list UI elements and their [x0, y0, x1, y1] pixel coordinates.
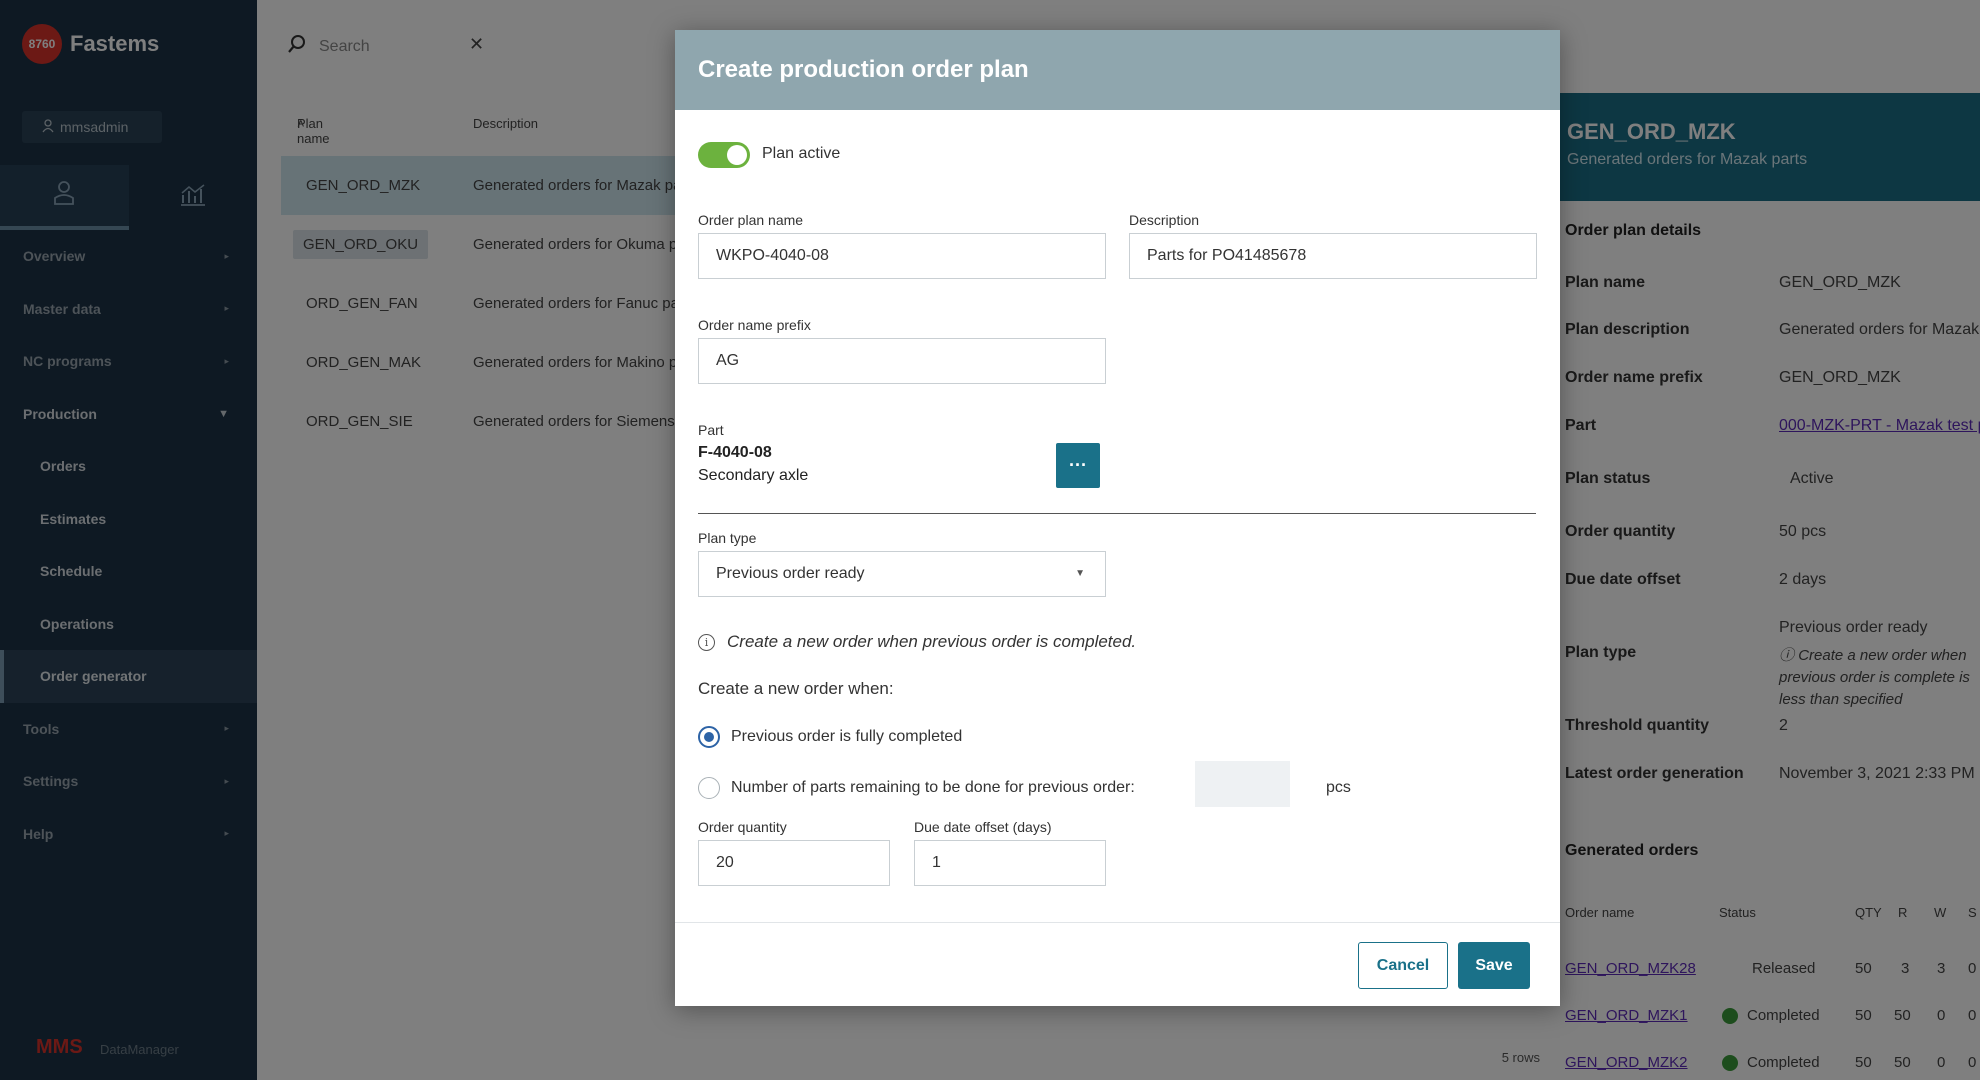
when-label: Create a new order when:	[698, 679, 894, 698]
remaining-parts-input[interactable]	[1195, 761, 1290, 807]
radio-parts-remaining[interactable]	[698, 777, 720, 799]
part-name: Secondary axle	[698, 467, 809, 484]
info-icon: i	[698, 633, 715, 651]
plan-type-value: Previous order ready	[716, 565, 865, 582]
plan-active-toggle[interactable]	[698, 142, 750, 168]
order-plan-name-label: Order plan name	[698, 212, 804, 228]
description-field[interactable]: Parts for PO41485678	[1129, 233, 1537, 279]
plan-type-select[interactable]: Previous order ready ▼	[698, 551, 1106, 597]
save-button[interactable]: Save	[1458, 942, 1530, 989]
order-prefix-field[interactable]: AG	[698, 338, 1106, 384]
order-plan-name-field[interactable]: WKPO-4040-08	[698, 233, 1106, 279]
description-label: Description	[1129, 212, 1200, 228]
create-plan-dialog: Create production order plan Plan active…	[675, 30, 1560, 1006]
pcs-unit: pcs	[1326, 779, 1351, 796]
due-date-offset-field[interactable]: 1	[914, 840, 1106, 886]
order-quantity-field[interactable]: 20	[698, 840, 890, 886]
chevron-down-icon: ▼	[1075, 568, 1085, 579]
dialog-title: Create production order plan	[675, 30, 1560, 110]
info-text: Create a new order when previous order i…	[727, 632, 1137, 651]
select-part-button[interactable]: ···	[1056, 443, 1100, 488]
radio-parts-remaining-label[interactable]: Number of parts remaining to be done for…	[731, 779, 1135, 797]
due-offset-label: Due date offset (days)	[914, 819, 1052, 835]
radio-fully-completed[interactable]	[698, 726, 720, 748]
cancel-button[interactable]: Cancel	[1358, 942, 1448, 989]
prefix-label: Order name prefix	[698, 317, 811, 333]
order-qty-label: Order quantity	[698, 819, 787, 835]
plan-type-label: Plan type	[698, 530, 757, 546]
plan-active-label: Plan active	[762, 145, 841, 162]
footer-divider	[675, 922, 1560, 923]
divider	[698, 513, 1536, 514]
part-code: F-4040-08	[698, 444, 772, 461]
toggle-knob	[727, 145, 747, 165]
plan-type-info: i Create a new order when previous order…	[698, 632, 1136, 652]
radio-fully-completed-label[interactable]: Previous order is fully completed	[731, 728, 962, 746]
part-label: Part	[698, 422, 724, 438]
